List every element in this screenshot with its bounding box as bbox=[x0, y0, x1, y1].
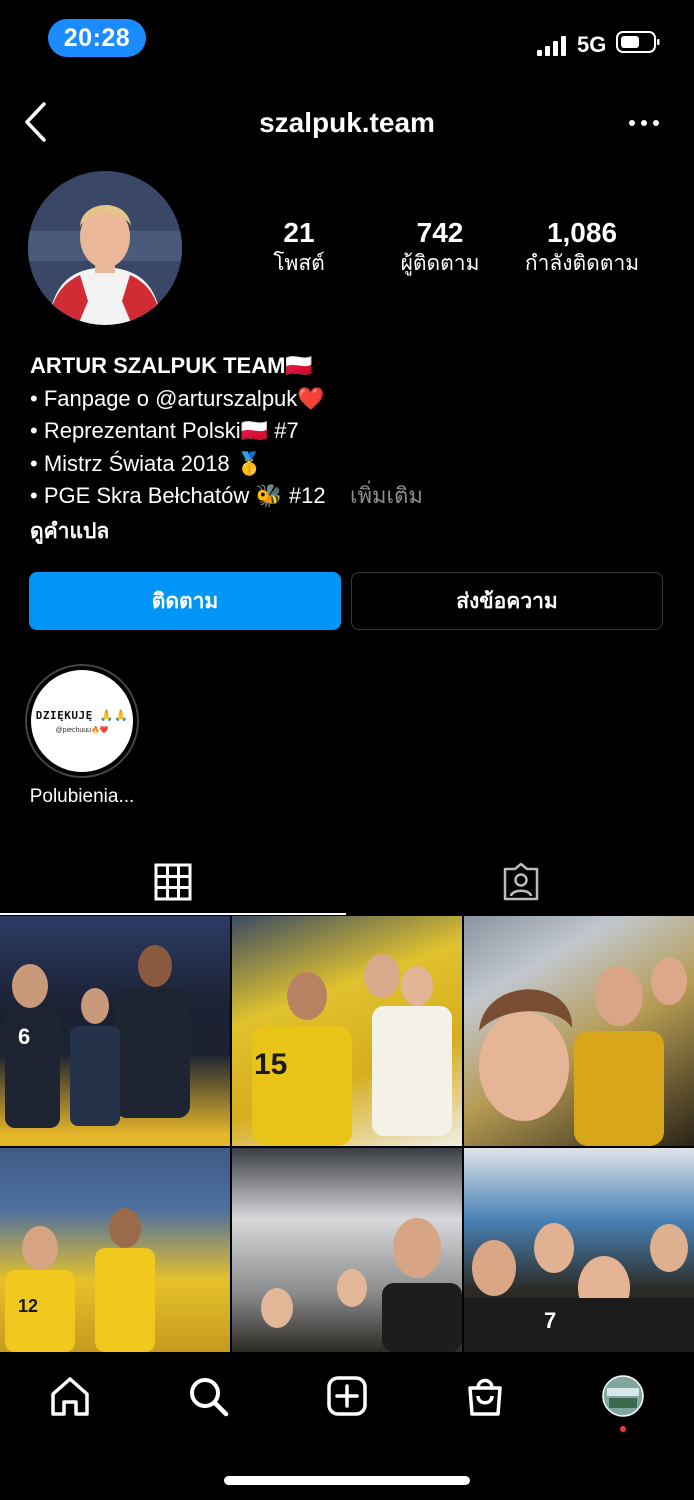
posts-count-label: โพสต์ bbox=[273, 252, 325, 275]
battery-icon bbox=[616, 31, 660, 53]
new-post-icon[interactable] bbox=[325, 1374, 369, 1418]
post-jersey-number: 15 bbox=[254, 1048, 288, 1081]
post-image bbox=[5, 1208, 155, 1352]
post-image bbox=[261, 1218, 462, 1352]
highlight-cover-text: DZIĘKUJĘ 🙏🙏 bbox=[35, 708, 129, 722]
home-icon[interactable] bbox=[48, 1374, 92, 1418]
profile-bio: ARTUR SZALPUK TEAM🇵🇱 • Fanpage o @arturs… bbox=[30, 350, 423, 513]
bio-title: ARTUR SZALPUK TEAM🇵🇱 bbox=[30, 353, 313, 378]
avatar-portrait bbox=[28, 171, 182, 325]
bio-line-mistrz: • Mistrz Świata 2018 🥇 bbox=[30, 450, 264, 476]
bio-line-fanpage: • Fanpage o @arturszalpuk❤️ bbox=[30, 385, 325, 411]
highlight-cover: DZIĘKUJĘ 🙏🙏 @piechuuu🔥❤️ bbox=[31, 670, 133, 772]
search-icon[interactable] bbox=[186, 1374, 230, 1418]
post-jersey-number: 12 bbox=[18, 1296, 39, 1316]
tab-posts-grid[interactable] bbox=[0, 848, 346, 916]
home-indicator[interactable] bbox=[224, 1476, 470, 1485]
profile-avatar[interactable] bbox=[28, 171, 182, 325]
post-image bbox=[5, 945, 190, 1128]
posts-count[interactable]: 21 โพสต์ bbox=[229, 216, 369, 278]
following-count-label: กำลังติดตาม bbox=[524, 252, 640, 275]
post-thumbnail[interactable]: 12 bbox=[0, 1148, 230, 1352]
profile-username: szalpuk.team bbox=[259, 107, 435, 138]
post-image bbox=[479, 957, 687, 1146]
post-thumbnail[interactable]: 6 bbox=[0, 916, 230, 1146]
followers-count-value: 742 bbox=[416, 217, 464, 248]
message-button[interactable]: ส่งข้อความ bbox=[351, 572, 663, 630]
tab-tagged[interactable] bbox=[347, 848, 694, 916]
post-jersey-number: 7 bbox=[544, 1308, 557, 1333]
post-thumbnail[interactable]: 7 bbox=[464, 1148, 694, 1352]
active-tab-indicator bbox=[0, 913, 346, 915]
followers-count-label: ผู้ติดตาม bbox=[400, 252, 480, 275]
notification-dot bbox=[620, 1426, 626, 1432]
status-time: 20:28 bbox=[48, 19, 146, 57]
posts-count-value: 21 bbox=[283, 217, 315, 248]
bio-more-link[interactable]: เพิ่มเติม bbox=[350, 483, 423, 508]
post-thumbnail[interactable]: 15 bbox=[232, 916, 462, 1146]
highlight-label[interactable]: Polubienia... bbox=[0, 786, 164, 808]
more-options-icon[interactable] bbox=[628, 115, 660, 131]
bio-line-club: • PGE Skra Bełchatów 🐝 #12 เพิ่มเติม bbox=[30, 480, 423, 513]
story-highlight[interactable]: DZIĘKUJĘ 🙏🙏 @piechuuu🔥❤️ bbox=[25, 664, 139, 778]
network-label: 5G bbox=[577, 32, 607, 57]
posts-grid: 6 15 12 7 bbox=[0, 916, 694, 1352]
grid-icon bbox=[154, 863, 192, 901]
followers-count[interactable]: 742 ผู้ติดตาม bbox=[370, 216, 510, 278]
highlight-cover-sub: @piechuuu🔥❤️ bbox=[55, 726, 109, 734]
post-image bbox=[252, 954, 452, 1146]
following-count[interactable]: 1,086 กำลังติดตาม bbox=[512, 216, 652, 278]
follow-button[interactable]: ติดตาม bbox=[29, 572, 341, 630]
profile-avatar-icon[interactable] bbox=[601, 1374, 645, 1418]
post-thumbnail[interactable] bbox=[464, 916, 694, 1146]
bio-line-reprezentant: • Reprezentant Polski🇵🇱 #7 bbox=[30, 418, 299, 443]
post-image bbox=[464, 1223, 694, 1352]
post-thumbnail[interactable] bbox=[232, 1148, 462, 1352]
post-jersey-number: 6 bbox=[18, 1024, 31, 1049]
bio-line-club-text: • PGE Skra Bełchatów 🐝 #12 bbox=[30, 483, 326, 508]
tagged-person-icon bbox=[503, 863, 538, 901]
see-translation-link[interactable]: ดูคำแปล bbox=[30, 515, 109, 548]
shop-bag-icon[interactable] bbox=[463, 1374, 507, 1418]
following-count-value: 1,086 bbox=[546, 217, 618, 248]
signal-icon bbox=[537, 36, 566, 56]
